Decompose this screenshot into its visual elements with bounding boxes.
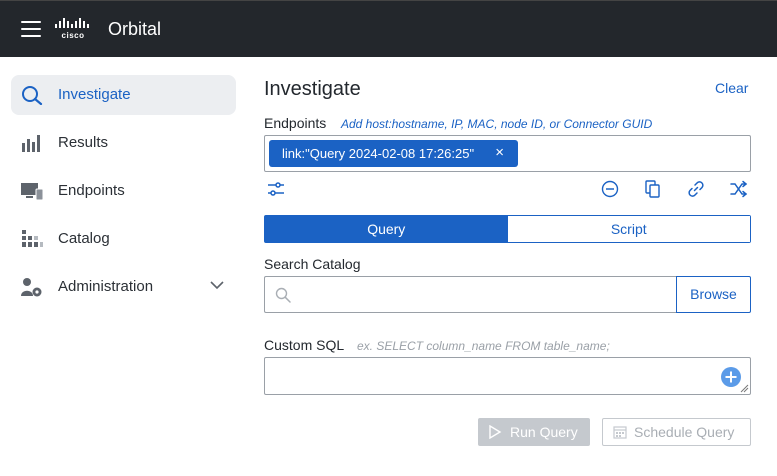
search-icon xyxy=(275,287,291,303)
endpoints-label: Endpoints xyxy=(264,115,327,131)
endpoint-chip: link:"Query 2024-02-08 17:26:25" × xyxy=(269,140,518,167)
mode-toggle: Query Script xyxy=(264,215,751,243)
search-catalog-field xyxy=(264,276,677,313)
custom-sql-box xyxy=(264,357,751,395)
shuffle-icon[interactable] xyxy=(730,180,748,198)
monitor-icon xyxy=(21,183,43,201)
hamburger-menu-icon[interactable] xyxy=(21,21,41,37)
search-icon xyxy=(22,86,43,105)
logo-text: cisco xyxy=(61,31,85,40)
custom-sql-label: Custom SQL xyxy=(264,337,345,353)
bar-chart-icon xyxy=(22,135,40,152)
sidebar-item-administration[interactable]: Administration xyxy=(11,267,236,307)
link-icon[interactable] xyxy=(687,180,705,198)
sidebar-item-label: Administration xyxy=(58,278,154,295)
catalog-icon xyxy=(22,230,43,247)
sidebar-item-label: Catalog xyxy=(58,230,110,247)
sidebar-item-catalog[interactable]: Catalog xyxy=(11,219,236,259)
remove-circle-icon[interactable] xyxy=(601,180,619,198)
sidebar-item-results[interactable]: Results xyxy=(11,123,236,163)
custom-sql-hint: ex. SELECT column_name FROM table_name; xyxy=(357,339,610,353)
sidebar: Investigate Results Endpoints Catalog Ad… xyxy=(0,57,248,476)
endpoints-input[interactable]: link:"Query 2024-02-08 17:26:25" × xyxy=(264,135,751,172)
run-query-label: Run Query xyxy=(510,424,578,440)
custom-sql-input[interactable] xyxy=(271,362,711,390)
top-bar: cisco Orbital xyxy=(0,0,777,57)
resize-handle-icon[interactable] xyxy=(740,384,749,393)
sidebar-item-investigate[interactable]: Investigate xyxy=(11,75,236,115)
copy-icon[interactable] xyxy=(644,180,662,198)
sidebar-item-label: Results xyxy=(58,134,109,151)
sidebar-item-label: Endpoints xyxy=(58,182,125,199)
endpoints-hint: Add host:hostname, IP, MAC, node ID, or … xyxy=(341,117,653,131)
schedule-query-label: Schedule Query xyxy=(634,424,735,440)
add-circle-icon[interactable] xyxy=(720,366,742,388)
tab-query[interactable]: Query xyxy=(265,216,508,242)
cisco-bars-icon xyxy=(55,18,89,28)
play-icon xyxy=(489,425,502,439)
settings-sliders-icon[interactable] xyxy=(267,180,285,198)
endpoint-chip-label: link:"Query 2024-02-08 17:26:25" xyxy=(282,146,475,161)
schedule-query-button[interactable]: Schedule Query xyxy=(602,418,751,446)
chevron-down-icon[interactable] xyxy=(210,280,224,290)
run-query-button[interactable]: Run Query xyxy=(478,418,590,446)
tab-script[interactable]: Script xyxy=(507,216,750,242)
app-title: Orbital xyxy=(108,19,162,39)
search-catalog-label: Search Catalog xyxy=(264,256,361,272)
sidebar-item-endpoints[interactable]: Endpoints xyxy=(11,171,236,211)
browse-button[interactable]: Browse xyxy=(676,276,751,313)
calendar-icon xyxy=(613,426,627,439)
page-title: Investigate xyxy=(264,78,361,100)
cisco-logo: cisco xyxy=(55,18,95,42)
search-catalog-input[interactable] xyxy=(299,283,669,307)
close-icon[interactable]: × xyxy=(495,145,504,161)
clear-link[interactable]: Clear xyxy=(715,80,748,96)
sidebar-item-label: Investigate xyxy=(58,86,131,103)
user-gear-icon xyxy=(21,278,42,297)
